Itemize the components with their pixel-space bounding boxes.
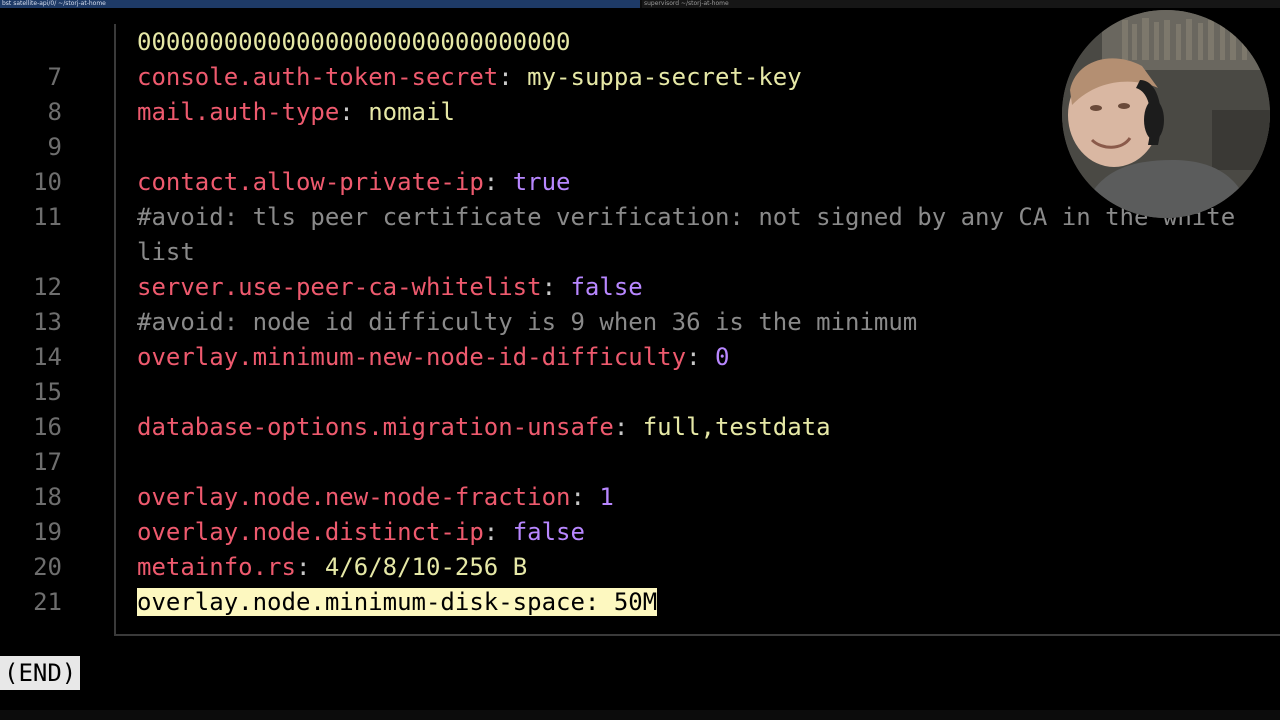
colon-separator: : [483,518,513,546]
config-key: server.use-peer-ca-whitelist [137,273,542,301]
line-number: 21 [33,588,62,616]
line-number: 13 [33,308,62,336]
line-number: 18 [33,483,62,511]
line-text: 000000000000000000000000000000 [137,25,570,60]
colon-separator: : [483,168,513,196]
line-text: mail.auth-type: nomail [137,95,455,130]
line-number: 15 [33,378,62,406]
presenter-video-icon [1062,10,1270,218]
literal-value: false [570,273,643,301]
code-line: 13 #avoid: node id difficulty is 9 when 3… [0,305,1280,340]
window-bottom-edge [0,710,1280,720]
literal-value: false [512,518,585,546]
line-text: #avoid: node id difficulty is 9 when 36 … [137,305,917,340]
comment-text: list [137,238,195,266]
line-text: overlay.node.distinct-ip: false [137,515,585,550]
code-line: 16 database-options.migration-unsafe: ful… [0,410,1280,445]
pager-end-indicator: (END) [0,656,81,690]
string-value: full,testdata [642,413,831,441]
line-number: 20 [33,553,62,581]
config-key: console.auth-token-secret [137,63,499,91]
colon-separator: : [339,98,369,126]
line-text: metainfo.rs: 4/6/8/10-256 B [137,550,527,585]
code-line: 19 overlay.node.distinct-ip: false [0,515,1280,550]
webcam-overlay [1062,10,1270,218]
config-key: metainfo.rs [137,553,296,581]
literal-value: 1 [599,483,614,511]
config-key: mail.auth-type [137,98,340,126]
colon-separator: : [613,413,643,441]
line-number: 7 [47,63,62,91]
code-line: 15 [0,375,1280,410]
line-text: overlay.node.new-node-fraction: 1 [137,480,614,515]
tmux-tab-bar: bst satellite-api/0/ ~/storj-at-home sup… [0,0,1280,8]
line-number: 14 [33,343,62,371]
comment-text: #avoid: node id difficulty is 9 when 36 … [137,308,918,336]
line-number: 19 [33,518,62,546]
colon-separator: : [295,553,325,581]
colon-separator: : [498,63,528,91]
config-key: database-options.migration-unsafe [137,413,614,441]
line-number: 16 [33,413,62,441]
colon-separator: : [541,273,571,301]
colon-separator: : [570,483,600,511]
line-number: 8 [47,98,62,126]
line-number: 12 [33,273,62,301]
editor-bottom-border [114,634,1280,636]
string-value: nomail [368,98,455,126]
line-number: 17 [33,448,62,476]
config-key: overlay.node.new-node-fraction [137,483,571,511]
config-key: overlay.minimum-new-node-id-difficulty [137,343,687,371]
line-text: console.auth-token-secret: my-suppa-secr… [137,60,802,95]
code-line: list [0,235,1280,270]
tab-satellite-api[interactable]: bst satellite-api/0/ ~/storj-at-home [0,0,640,8]
line-text: #avoid: tls peer certificate verificatio… [137,200,1235,235]
line-text: server.use-peer-ca-whitelist: false [137,270,643,305]
string-value: 4/6/8/10-256 B [324,553,528,581]
code-line: 21 overlay.node.minimum-disk-space: 50M [0,585,1280,620]
line-number: 10 [33,168,62,196]
string-value: my-suppa-secret-key [527,63,802,91]
literal-value: 0 [714,343,730,371]
code-line: 17 [0,445,1280,480]
line-number: 11 [33,203,62,231]
string-value: 000000000000000000000000000000 [137,28,571,56]
line-text: overlay.minimum-new-node-id-difficulty: … [137,340,729,375]
highlighted-search-match: overlay.node.minimum-disk-space: 50M [137,588,658,616]
code-line: 11 #avoid: tls peer certificate verificat… [0,200,1280,235]
comment-text: #avoid: tls peer certificate verificatio… [137,203,1236,231]
line-text: database-options.migration-unsafe: full,… [137,410,831,445]
literal-value: true [512,168,571,196]
config-key: contact.allow-private-ip [137,168,484,196]
line-number: 9 [47,133,62,161]
line-text: contact.allow-private-ip: true [137,165,570,200]
line-text: list [137,235,195,270]
code-line: 12 server.use-peer-ca-whitelist: false [0,270,1280,305]
colon-separator: : [686,343,715,371]
code-line: 14 overlay.minimum-new-node-id-difficulty… [0,340,1280,375]
line-text: overlay.node.minimum-disk-space: 50M [137,585,658,620]
config-key: overlay.node.distinct-ip [137,518,484,546]
tab-supervisord[interactable]: supervisord ~/storj-at-home [642,0,1280,8]
code-line: 20 metainfo.rs: 4/6/8/10-256 B [0,550,1280,585]
code-line: 18 overlay.node.new-node-fraction: 1 [0,480,1280,515]
